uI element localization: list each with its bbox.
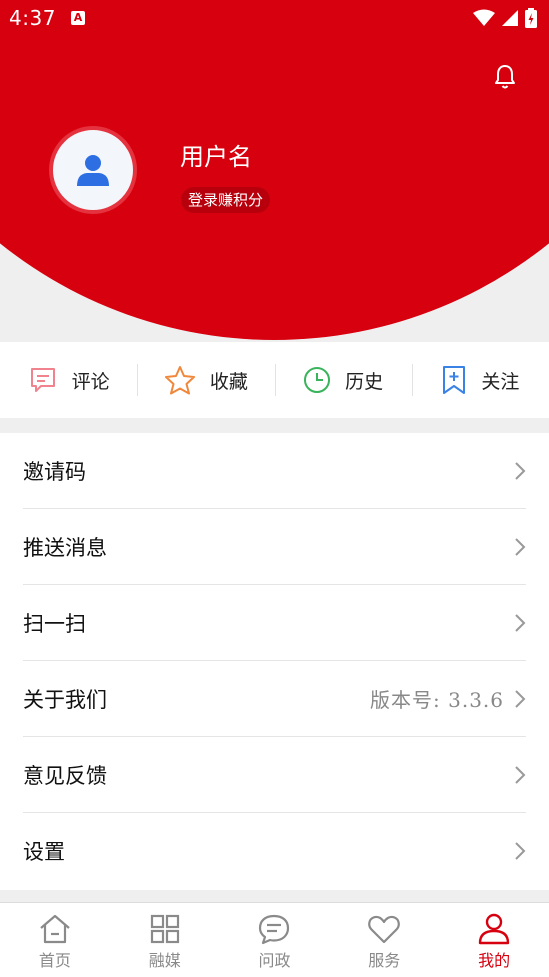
quick-action-favorites[interactable]: 收藏 — [137, 342, 274, 418]
chevron-right-icon — [515, 765, 526, 784]
menu-item-feedback[interactable]: 意见反馈 — [23, 737, 526, 813]
quick-action-comments[interactable]: 评论 — [0, 342, 137, 418]
quick-action-history[interactable]: 历史 — [274, 342, 412, 418]
person-icon — [478, 913, 510, 945]
chevron-right-icon — [515, 461, 526, 480]
nav-tab-services[interactable]: 服务 — [329, 903, 439, 977]
status-bar: 4:37 A — [0, 0, 549, 38]
comment-icon — [30, 368, 55, 392]
nav-tab-inquiry[interactable]: 问政 — [220, 903, 330, 977]
username[interactable]: 用户名 — [180, 137, 252, 172]
menu-item-invite-code[interactable]: 邀请码 — [23, 433, 526, 509]
menu-item-label: 设置 — [23, 840, 65, 864]
nav-label: 首页 — [38, 951, 71, 970]
chevron-right-icon — [515, 537, 526, 556]
settings-menu: 邀请码 推送消息 扫一扫 关于我们 版本号: 3.3.6 意见反馈 设置 — [0, 433, 549, 890]
status-time: 4:37 — [9, 6, 56, 30]
avatar[interactable] — [49, 126, 137, 214]
menu-item-label: 意见反馈 — [23, 763, 107, 788]
quick-action-label: 关注 — [481, 370, 520, 393]
nav-tab-mine[interactable]: 我的 — [439, 903, 549, 977]
menu-item-label: 扫一扫 — [23, 611, 86, 636]
nav-label: 我的 — [478, 951, 511, 970]
status-icons — [473, 8, 537, 28]
bell-icon[interactable] — [493, 64, 517, 90]
menu-item-scan[interactable]: 扫一扫 — [23, 585, 526, 661]
profile-header: 4:37 A 用户名 登录赚积分 — [0, 0, 549, 345]
menu-item-settings[interactable]: 设置 — [23, 813, 526, 889]
nav-tab-home[interactable]: 首页 — [0, 903, 110, 977]
battery-icon — [525, 8, 537, 28]
menu-item-about-us[interactable]: 关于我们 版本号: 3.3.6 — [23, 661, 526, 737]
chevron-right-icon — [515, 613, 526, 632]
menu-item-label: 关于我们 — [23, 687, 107, 712]
nav-tab-media[interactable]: 融媒 — [110, 903, 220, 977]
version-number: 版本号: 3.3.6 — [370, 688, 504, 712]
home-icon — [40, 914, 70, 944]
signal-icon — [502, 10, 518, 26]
chat-icon — [259, 914, 290, 945]
bookmark-plus-icon — [443, 366, 466, 394]
quick-actions-bar: 评论 收藏 历史 关注 — [0, 342, 549, 418]
wifi-icon — [473, 9, 495, 26]
menu-item-label: 推送消息 — [23, 535, 107, 560]
chevron-right-icon — [515, 842, 526, 860]
heart-icon — [368, 915, 401, 944]
quick-action-follow[interactable]: 关注 — [411, 342, 549, 418]
nav-label: 融媒 — [148, 951, 181, 970]
chevron-right-icon — [515, 689, 526, 708]
star-icon — [164, 366, 195, 395]
clock-icon — [304, 367, 331, 393]
quick-action-label: 评论 — [71, 370, 110, 393]
quick-action-label: 收藏 — [209, 370, 248, 393]
notification-icon: A — [71, 11, 85, 25]
nav-label: 服务 — [368, 951, 401, 970]
login-earn-points-button[interactable]: 登录赚积分 — [181, 187, 271, 213]
quick-action-label: 历史 — [345, 370, 384, 393]
bottom-nav: 首页 融媒 问政 服务 我的 — [0, 902, 549, 977]
user-avatar-icon — [77, 155, 109, 186]
menu-item-push-messages[interactable]: 推送消息 — [23, 509, 526, 585]
grid-icon — [150, 914, 179, 944]
nav-label: 问政 — [258, 951, 291, 970]
menu-item-label: 邀请码 — [23, 459, 86, 484]
